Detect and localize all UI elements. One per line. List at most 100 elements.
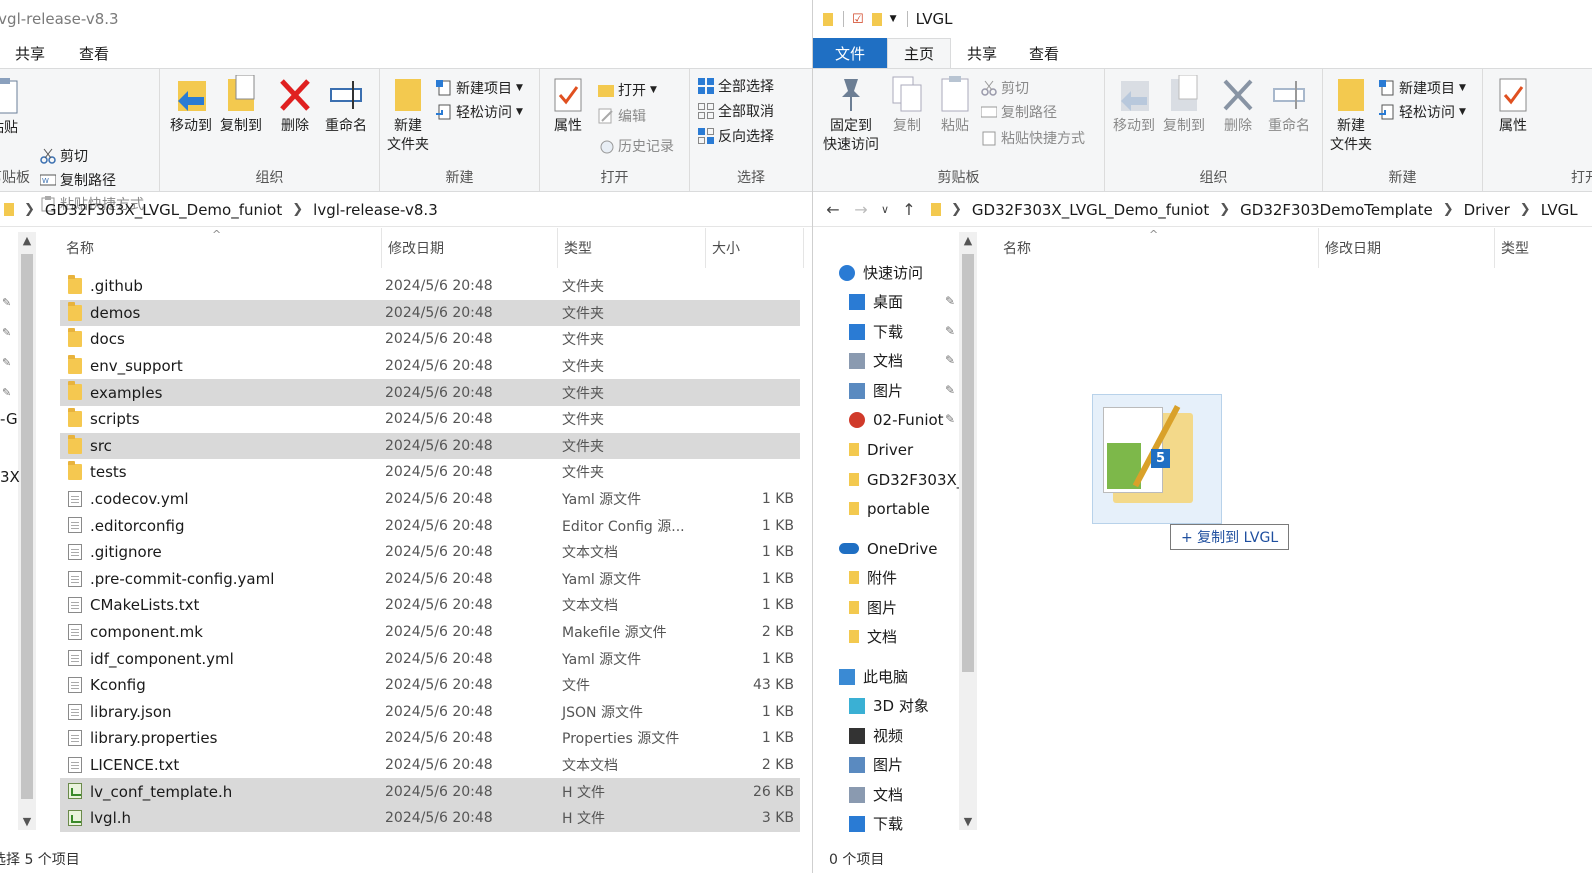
table-row[interactable]: library.properties 2024/5/6 20:48 Properti… xyxy=(60,725,800,752)
copy-to-button[interactable]: 复制到 xyxy=(216,74,266,136)
breadcrumb-segment[interactable]: LVGL xyxy=(1541,201,1578,219)
breadcrumb-segment[interactable]: GD32F303X_LVGL_Demo_funiot xyxy=(972,201,1209,219)
nav-item[interactable]: 视频 xyxy=(849,721,903,750)
open-button[interactable]: 打开 ▼ xyxy=(598,79,657,101)
nav-item[interactable]: 文档 xyxy=(849,780,903,809)
table-row[interactable]: lvgl.h 2024/5/6 20:48 H 文件 3 KB xyxy=(60,805,800,832)
nav-item[interactable]: 下载 xyxy=(849,809,903,838)
move-to-button[interactable]: 移动到 xyxy=(1109,75,1159,136)
breadcrumb-segment[interactable]: GD32F303X_LVGL_Demo_funiot xyxy=(45,201,282,219)
nav-item-partial[interactable]: 3X xyxy=(0,468,20,486)
table-row[interactable]: env_support 2024/5/6 20:48 文件夹 xyxy=(60,353,800,380)
column-date[interactable]: 修改日期 xyxy=(1319,228,1495,268)
table-row[interactable]: .pre-commit-config.yaml 2024/5/6 20:48 Yam… xyxy=(60,566,800,593)
breadcrumb-segment[interactable]: Driver xyxy=(1464,201,1510,219)
new-folder-button[interactable]: 新建 文件夹 xyxy=(384,75,432,155)
nav-item[interactable]: 下载 xyxy=(849,317,903,346)
scroll-thumb[interactable] xyxy=(21,254,33,799)
table-row[interactable]: examples 2024/5/6 20:48 文件夹 xyxy=(60,379,800,406)
forward-arrow-icon[interactable]: → xyxy=(847,200,875,219)
new-item-button[interactable]: 新建项目 ▼ xyxy=(436,77,523,99)
nav-item[interactable]: 文档 xyxy=(849,346,903,375)
dropdown-arrow-icon[interactable]: ▼ xyxy=(890,14,897,24)
nav-item[interactable]: 3D 对象 xyxy=(849,691,929,720)
table-row[interactable]: demos 2024/5/6 20:48 文件夹 xyxy=(60,299,800,327)
column-date[interactable]: 修改日期 xyxy=(382,228,558,268)
nav-item[interactable]: 此电脑 xyxy=(839,662,908,691)
nav-item[interactable]: 02-Funiot xyxy=(849,405,944,434)
paste-button[interactable]: 粘贴 xyxy=(0,77,24,138)
table-row[interactable]: CMakeLists.txt 2024/5/6 20:48 文本文档 1 KB xyxy=(60,592,800,619)
table-row[interactable]: LICENCE.txt 2024/5/6 20:48 文本文档 2 KB xyxy=(60,752,800,779)
pin-quick-access-button[interactable]: 固定到 快速访问 xyxy=(817,75,885,155)
rename-button[interactable]: 重命名 xyxy=(1261,75,1317,136)
nav-item[interactable]: 图片 xyxy=(849,593,897,622)
nav-item[interactable]: 快速访问 xyxy=(839,258,923,287)
column-size[interactable]: 大小 xyxy=(706,228,804,268)
cut-button[interactable]: 剪切 xyxy=(981,77,1029,99)
breadcrumb-segment[interactable]: GD32F303DemoTemplate xyxy=(1240,201,1433,219)
address-bar[interactable]: ❯ GD32F303X_LVGL_Demo_funiot ❯ lvgl-rele… xyxy=(0,193,812,227)
move-to-button[interactable]: 移动到 xyxy=(166,75,216,136)
properties-quick-icon[interactable]: ☑ xyxy=(852,12,864,27)
column-type[interactable]: 类型 xyxy=(558,228,706,268)
table-row[interactable]: library.json 2024/5/6 20:48 JSON 源文件 1 KB xyxy=(60,699,800,726)
recent-dropdown-icon[interactable]: ∨ xyxy=(875,203,895,216)
delete-button[interactable]: 删除 xyxy=(1215,75,1261,136)
tab-share[interactable]: 共享 xyxy=(0,38,62,68)
nav-item[interactable]: 桌面 xyxy=(849,287,903,316)
properties-button[interactable]: 属性 xyxy=(546,75,590,136)
table-row[interactable]: tests 2024/5/6 20:48 文件夹 xyxy=(60,459,800,486)
paste-button[interactable]: 粘贴 xyxy=(933,75,977,136)
nav-item[interactable]: 附件 xyxy=(849,563,897,592)
nav-item[interactable]: portable xyxy=(849,494,930,523)
table-row[interactable]: lv_conf_template.h 2024/5/6 20:48 H 文件 26 K… xyxy=(60,778,800,805)
paste-shortcut-button[interactable]: 粘贴快捷方式 xyxy=(981,127,1085,149)
table-row[interactable]: .gitignore 2024/5/6 20:48 文本文档 1 KB xyxy=(60,539,800,566)
nav-item[interactable]: GD32F303X_ xyxy=(849,465,964,494)
table-row[interactable]: Kconfig 2024/5/6 20:48 文件 43 KB xyxy=(60,672,800,699)
address-bar[interactable]: ← → ∨ ↑ ❯ GD32F303X_LVGL_Demo_funiot ❯ G… xyxy=(813,193,1592,227)
table-row[interactable]: .editorconfig 2024/5/6 20:48 Editor Config… xyxy=(60,512,800,539)
invert-selection-button[interactable]: 反向选择 xyxy=(698,125,774,147)
table-row[interactable]: docs 2024/5/6 20:48 文件夹 xyxy=(60,326,800,353)
back-arrow-icon[interactable]: ← xyxy=(819,200,847,219)
select-all-button[interactable]: 全部选择 xyxy=(698,75,774,97)
delete-button[interactable]: 删除 xyxy=(272,75,318,136)
new-item-button[interactable]: 新建项目 ▼ xyxy=(1379,77,1466,99)
cut-button[interactable]: 剪切 xyxy=(40,145,88,167)
table-row[interactable]: src 2024/5/6 20:48 文件夹 xyxy=(60,432,800,460)
easy-access-button[interactable]: 轻松访问 ▼ xyxy=(436,101,523,123)
history-button[interactable]: 历史记录 xyxy=(598,135,674,157)
tab-file[interactable]: 文件 xyxy=(813,38,888,68)
scroll-up-icon[interactable]: ▲ xyxy=(959,234,977,247)
table-row[interactable]: idf_component.yml 2024/5/6 20:48 Yaml 源文件 1… xyxy=(60,645,800,672)
tab-view[interactable]: 查看 xyxy=(62,38,126,68)
up-arrow-icon[interactable]: ↑ xyxy=(895,200,923,219)
scroll-up-icon[interactable]: ▲ xyxy=(18,234,36,247)
nav-scrollbar[interactable]: ▲ ▼ xyxy=(18,232,36,830)
table-row[interactable]: component.mk 2024/5/6 20:48 Makefile 源文件 2 … xyxy=(60,619,800,646)
edit-button[interactable]: 编辑 xyxy=(598,105,646,127)
column-type[interactable]: 类型 xyxy=(1495,228,1592,268)
tab-view[interactable]: 查看 xyxy=(1013,38,1075,68)
copy-to-button[interactable]: 复制到 xyxy=(1159,74,1209,136)
breadcrumb-segment[interactable]: lvgl-release-v8.3 xyxy=(313,201,438,219)
select-none-button[interactable]: 全部取消 xyxy=(698,100,774,122)
copy-path-button[interactable]: 复制路径 xyxy=(980,101,1057,123)
copy-button[interactable]: 复制 xyxy=(885,75,929,136)
nav-item[interactable]: 文档 xyxy=(849,622,897,651)
scroll-down-icon[interactable]: ▼ xyxy=(18,815,36,828)
nav-item[interactable]: Driver xyxy=(849,435,913,464)
rename-button[interactable]: 重命名 xyxy=(318,75,374,136)
scroll-thumb[interactable] xyxy=(962,254,974,672)
nav-item[interactable]: OneDrive xyxy=(839,534,938,563)
table-row[interactable]: .github 2024/5/6 20:48 文件夹 xyxy=(60,273,800,300)
tab-share[interactable]: 共享 xyxy=(951,38,1013,68)
nav-item[interactable]: 图片 xyxy=(849,750,903,779)
new-folder-quick-icon[interactable] xyxy=(871,12,882,26)
properties-button[interactable]: 属性 xyxy=(1491,75,1535,136)
easy-access-button[interactable]: 轻松访问 ▼ xyxy=(1379,101,1466,123)
tab-home[interactable]: 主页 xyxy=(887,38,952,68)
scroll-down-icon[interactable]: ▼ xyxy=(959,815,977,828)
